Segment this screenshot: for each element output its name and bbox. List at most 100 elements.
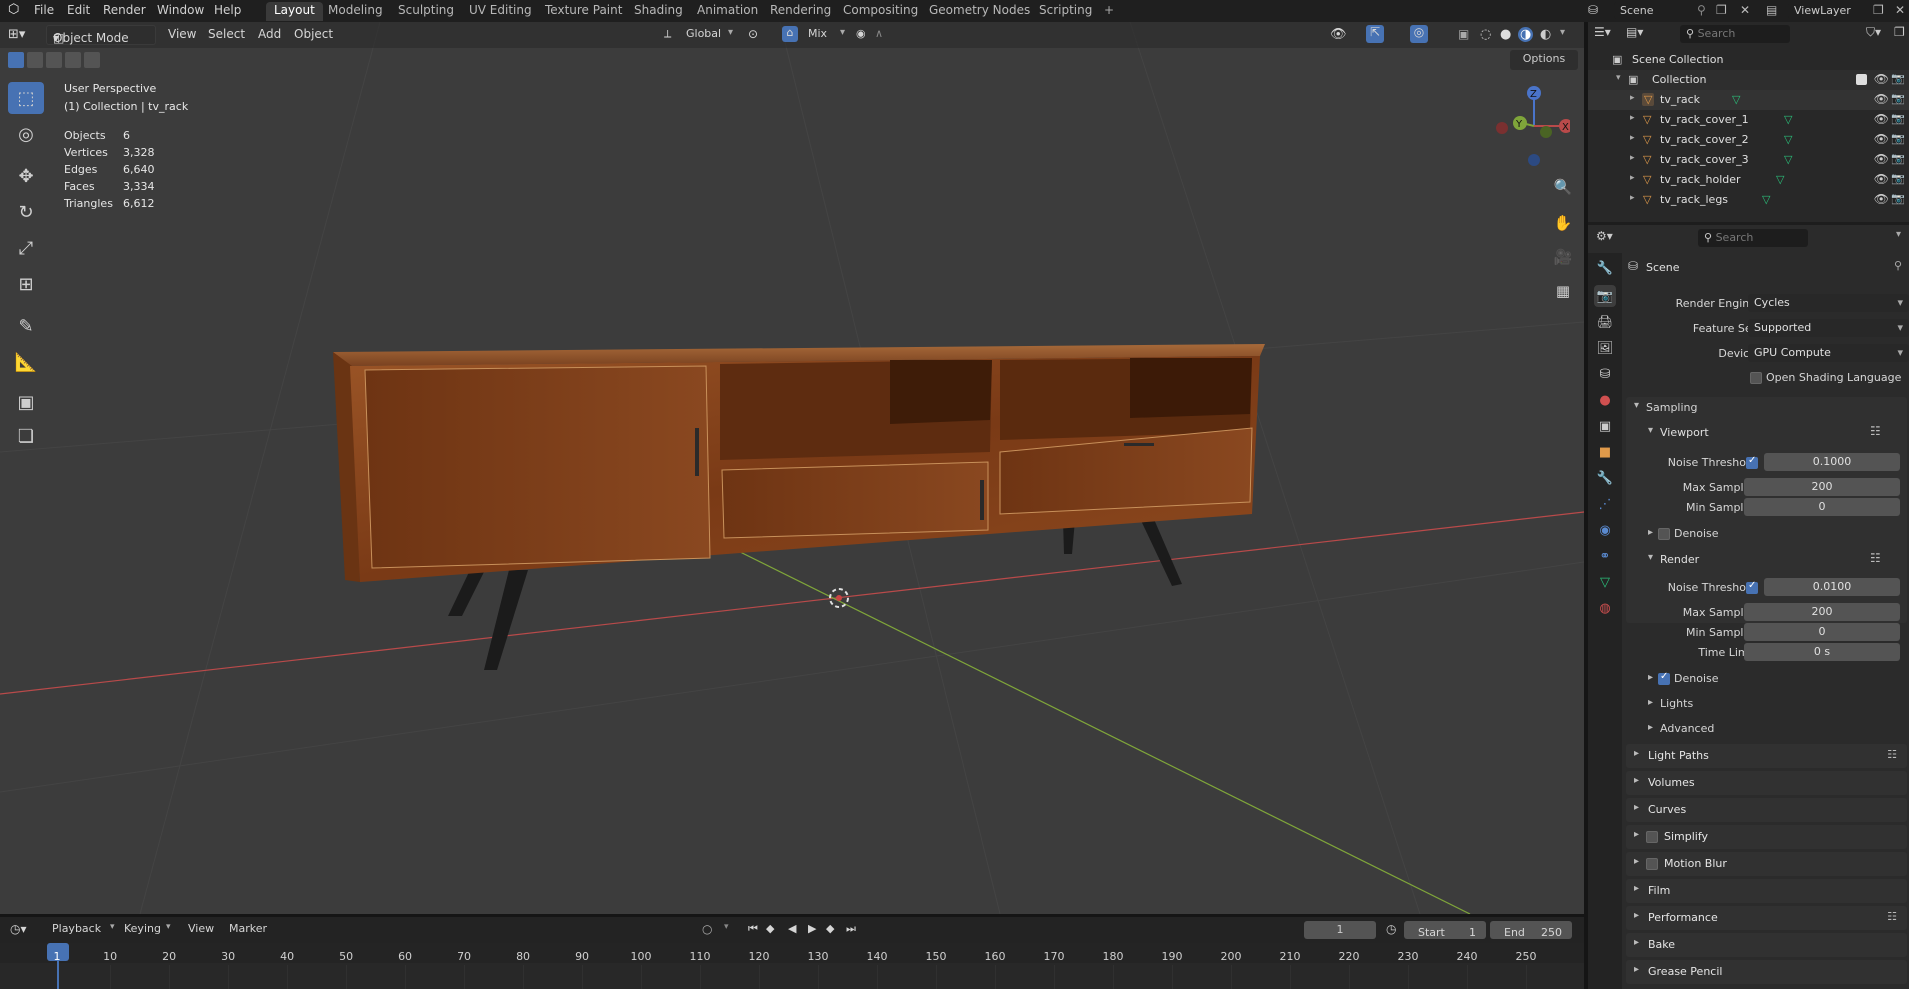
eye-icon[interactable]: 👁 [1874,152,1889,166]
world-tab-icon[interactable]: ● [1594,389,1616,411]
viewport-subpanel-title[interactable]: Viewport [1660,426,1709,439]
jump-start-icon[interactable]: ⏮ [748,922,758,936]
outliner-object-row[interactable]: ▸ ▽ tv_rack_cover_3 ▽ 👁 📷 [1588,150,1909,170]
motion-blur-panel[interactable]: ▸ Motion Blur [1626,852,1907,876]
mesh-data-icon[interactable]: ▽ [1784,113,1792,126]
prev-keyframe-icon[interactable]: ◆ [766,922,774,935]
outliner-search-input[interactable]: ⚲ Search [1680,25,1790,43]
orientation-icon[interactable]: ⟂ [664,27,671,41]
curves-panel[interactable]: ▸ Curves [1626,798,1907,822]
start-frame-field[interactable]: Start 1 [1404,921,1486,939]
bake-panel[interactable]: ▸ Bake [1626,933,1907,957]
tab-scripting[interactable]: Scripting [1031,2,1100,21]
outliner-scene-collection[interactable]: ▣ Scene Collection [1588,50,1909,70]
tab-rendering[interactable]: Rendering [762,2,839,21]
move-tool-icon[interactable]: ✥ [8,160,44,192]
chevron-down-icon[interactable]: ▾ [1648,552,1653,563]
view-layer-tab-icon[interactable]: 🖼 [1594,337,1616,359]
properties-search-input[interactable]: ⚲ Search [1698,229,1808,247]
menu-view[interactable]: View [168,27,196,41]
menu-keying[interactable]: Keying [124,922,161,935]
feature-set-dropdown[interactable]: Supported ▾ [1748,319,1909,337]
chevron-down-icon[interactable]: ▾ [1616,73,1621,83]
options-button[interactable]: Options [1510,50,1578,70]
new-collection-icon[interactable]: ❐ [1894,25,1905,39]
next-keyframe-icon[interactable]: ◆ [826,922,834,935]
new-view-layer-icon[interactable]: ❐ [1873,3,1884,17]
menu-marker[interactable]: Marker [229,922,267,935]
navigation-gizmo[interactable]: Z X Y [1490,80,1570,190]
render-denoise-checkbox[interactable] [1658,671,1670,685]
pin-icon[interactable]: ⚲ [1697,3,1706,17]
tab-texture-paint[interactable]: Texture Paint [537,2,630,21]
pan-hand-icon[interactable]: ✋ [1550,210,1576,236]
eye-icon[interactable]: 👁 [1874,92,1889,106]
scene-tab-icon[interactable]: ⛁ [1594,363,1616,385]
visibility-icon[interactable]: 👁 [1330,27,1347,42]
chevron-down-icon[interactable]: ▾ [1648,425,1653,436]
list-icon[interactable]: ☷ [1887,910,1897,923]
transform-tool-icon[interactable]: ⊞ [8,268,44,300]
tab-layout[interactable]: Layout [266,2,323,21]
tv-rack-cover-2[interactable] [721,461,989,539]
tab-geometry-nodes[interactable]: Geometry Nodes [921,2,1038,21]
modifier-tab-icon[interactable]: 🔧 [1594,467,1616,489]
timeline-editor-icon[interactable]: ◷▾ [10,922,27,936]
mesh-data-icon[interactable]: ▽ [1732,93,1740,106]
render-max-samples-field[interactable]: 200 [1744,603,1900,621]
menu-playback[interactable]: Playback [52,922,101,935]
chevron-right-icon[interactable]: ▸ [1648,527,1653,538]
select-invert-icon[interactable] [65,52,81,68]
view-layer-icon[interactable]: ▤ [1766,3,1777,17]
delete-view-layer-icon[interactable]: ✕ [1895,3,1905,17]
eye-icon[interactable]: 👁 [1874,72,1889,86]
chevron-right-icon[interactable]: ▸ [1648,722,1653,733]
mesh-data-icon[interactable]: ▽ [1784,133,1792,146]
tab-compositing[interactable]: Compositing [835,2,926,21]
tab-uv-editing[interactable]: UV Editing [461,2,540,21]
outliner-object-row[interactable]: ▸ ▽ tv_rack_holder ▽ 👁 📷 [1588,170,1909,190]
overlay-toggle-icon[interactable]: ◎ [1410,25,1428,43]
snap-target-selector[interactable]: Mix [808,27,827,40]
chevron-right-icon[interactable]: ▸ [1648,697,1653,708]
menu-object[interactable]: Object [294,27,333,41]
volumes-panel[interactable]: ▸ Volumes [1626,771,1907,795]
rotate-tool-icon[interactable]: ↻ [8,196,44,228]
osl-checkbox[interactable] [1750,372,1762,384]
object-tab-icon[interactable]: ■ [1594,441,1616,463]
tab-animation[interactable]: Animation [689,2,766,21]
scene-icon[interactable]: ⛁ [1588,3,1598,17]
select-box-tool-icon[interactable]: ⬚ [8,82,44,114]
list-icon[interactable]: ☷ [1870,551,1881,565]
camera-icon[interactable]: 📷 [1891,172,1905,185]
constraints-tab-icon[interactable]: ⚭ [1594,545,1616,567]
device-dropdown[interactable]: GPU Compute ▾ [1748,344,1909,362]
outliner-object-row[interactable]: ▸ ▽ tv_rack ▽ 👁 📷 [1588,90,1909,110]
outliner-object-row[interactable]: ▸ ▽ tv_rack_legs ▽ 👁 📷 [1588,190,1909,210]
tab-sculpting[interactable]: Sculpting [390,2,462,21]
sampling-panel-title[interactable]: Sampling [1646,401,1698,414]
current-frame-field[interactable]: 1 [1304,921,1376,939]
orientation-selector[interactable]: Global [686,27,721,40]
filter-icon[interactable]: ⛉▾ [1866,25,1881,40]
pivot-icon[interactable]: ⊙ [748,27,758,41]
cursor-tool-icon[interactable]: ◎ [8,118,44,150]
tab-modeling[interactable]: Modeling [320,2,391,21]
mode-selector[interactable]: ◫ Object Mode ▾ [46,25,156,45]
exclude-checkbox[interactable] [1856,74,1867,85]
proportional-edit-icon[interactable]: ◉ [856,27,866,40]
chevron-down-icon[interactable]: ▾ [1634,400,1639,411]
render-min-samples-field[interactable]: 0 [1744,623,1900,641]
camera-view-icon[interactable]: 🎥 [1550,244,1576,270]
falloff-icon[interactable]: ∧ [875,27,883,40]
outliner-collection[interactable]: ▾ ▣ Collection 👁 📷 [1588,70,1909,90]
mesh-data-icon[interactable]: ▽ [1762,193,1770,206]
eye-icon[interactable]: 👁 [1874,172,1889,186]
film-panel[interactable]: ▸ Film [1626,879,1907,903]
chevron-right-icon[interactable]: ▸ [1630,193,1635,203]
menu-edit[interactable]: Edit [67,3,90,17]
add-workspace-button[interactable]: + [1096,2,1122,21]
end-frame-field[interactable]: End 250 [1490,921,1572,939]
zoom-icon[interactable]: 🔍 [1550,174,1576,200]
menu-add[interactable]: Add [258,27,281,41]
